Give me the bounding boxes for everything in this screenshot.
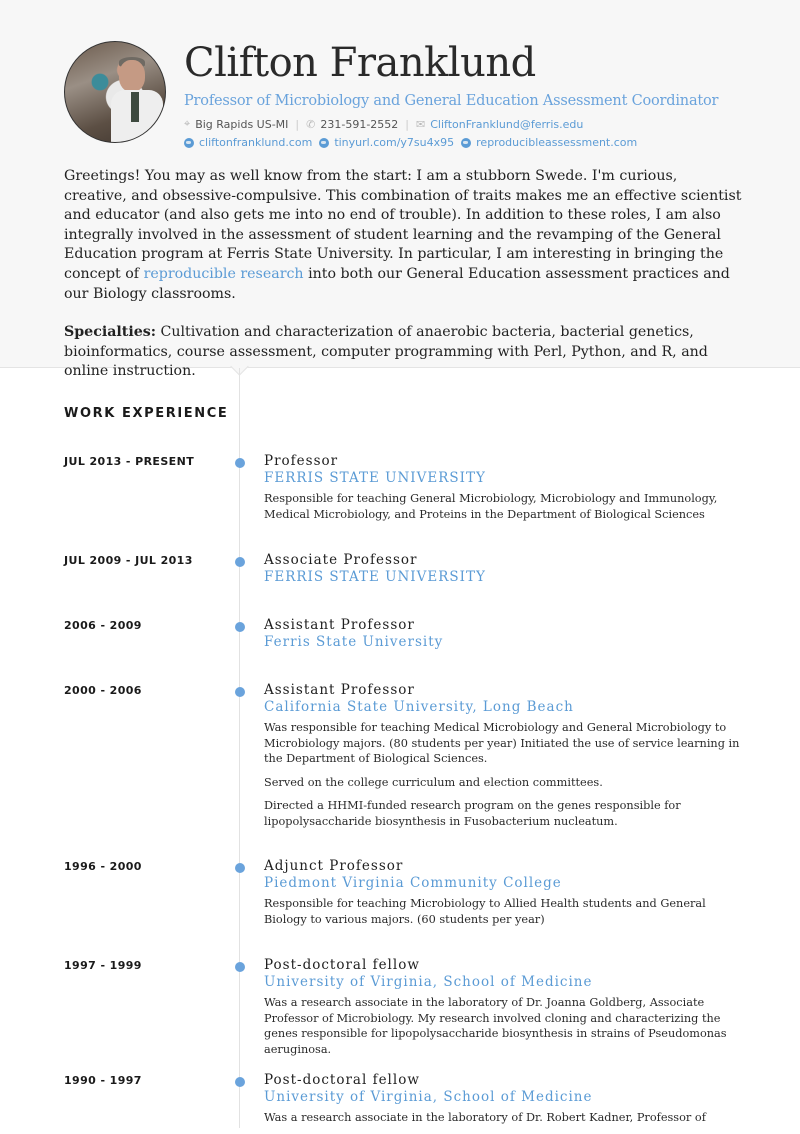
job-description-paragraph: Served on the college curriculum and ele…	[264, 775, 603, 789]
globe-icon	[184, 137, 194, 148]
job-dates: 1990 - 1997	[64, 1074, 142, 1087]
job-description: Was responsible for teaching Medical Mic…	[264, 720, 744, 837]
section-title-work-experience: WORK EXPERIENCE	[64, 406, 229, 421]
job-description-paragraph: Was a research associate in the laborato…	[264, 1111, 706, 1124]
profile-name: Clifton Franklund	[184, 40, 536, 86]
envelope-icon: ✉	[416, 117, 426, 131]
job-dates: 1996 - 2000	[64, 860, 142, 873]
job-title: Assistant Professor	[264, 682, 415, 698]
job-title: Assistant Professor	[264, 617, 415, 633]
timeline-dot	[235, 1077, 245, 1087]
profile-photo	[64, 41, 166, 143]
job-description: Responsible for teaching Microbiology to…	[264, 896, 744, 935]
job-description-paragraph: Directed a HHMI-funded research program …	[264, 799, 681, 828]
job-description: Was a research associate in the laborato…	[264, 1110, 744, 1134]
timeline-dot	[235, 687, 245, 697]
website-link[interactable]: cliftonfranklund.com	[199, 136, 312, 149]
profile-title: Professor of Microbiology and General Ed…	[184, 93, 719, 109]
job-title: Post-doctoral fellow	[264, 957, 420, 973]
job-organization[interactable]: University of Virginia, School of Medici…	[264, 974, 592, 990]
timeline-line	[239, 368, 240, 1128]
job-title: Professor	[264, 453, 339, 469]
timeline-dot	[235, 863, 245, 873]
job-organization[interactable]: FERRIS STATE UNIVERSITY	[264, 569, 486, 585]
job-description: Responsible for teaching General Microbi…	[264, 491, 744, 530]
job-title: Adjunct Professor	[264, 858, 404, 874]
divider: |	[405, 117, 410, 131]
job-description: Was a research associate in the laborato…	[264, 995, 744, 1065]
divider: |	[295, 117, 300, 131]
job-description-paragraph: Was a research associate in the laborato…	[264, 996, 727, 1056]
website-link[interactable]: tinyurl.com/y7su4x95	[334, 136, 454, 149]
profile-header: Clifton Franklund Professor of Microbiol…	[0, 0, 800, 379]
phone-icon: ✆	[306, 117, 316, 131]
location-text: Big Rapids US-MI	[195, 117, 289, 131]
summary-paragraph: Greetings! You may as well know from the…	[64, 168, 742, 302]
map-pin-icon: ⌖	[184, 117, 191, 130]
timeline-dot	[235, 557, 245, 567]
globe-icon	[461, 137, 472, 148]
job-dates: JUL 2013 - PRESENT	[64, 455, 195, 468]
job-organization[interactable]: University of Virginia, School of Medici…	[264, 1089, 592, 1105]
timeline-dot	[235, 622, 245, 632]
timeline-dot	[235, 962, 245, 972]
job-organization[interactable]: Ferris State University	[264, 634, 443, 650]
timeline-dot	[235, 458, 245, 468]
reproducible-research-link[interactable]: reproducible research	[144, 266, 304, 282]
website-link[interactable]: reproducibleassessment.com	[476, 136, 637, 149]
job-dates: JUL 2009 - JUL 2013	[64, 554, 193, 567]
phone-text: 231-591-2552	[320, 117, 399, 131]
specialties-paragraph: Specialties: Cultivation and characteriz…	[64, 324, 708, 380]
job-dates: 1997 - 1999	[64, 959, 142, 972]
globe-icon	[319, 137, 330, 148]
email-link[interactable]: CliftonFranklund@ferris.edu	[430, 118, 583, 131]
job-organization[interactable]: California State University, Long Beach	[264, 699, 574, 715]
job-dates: 2006 - 2009	[64, 619, 142, 632]
job-description-paragraph: Responsible for teaching General Microbi…	[264, 492, 718, 521]
job-description-paragraph: Responsible for teaching Microbiology to…	[264, 897, 706, 926]
summary: Greetings! You may as well know from the…	[64, 167, 744, 401]
job-title: Associate Professor	[264, 552, 418, 568]
job-organization[interactable]: FERRIS STATE UNIVERSITY	[264, 470, 486, 486]
job-organization[interactable]: Piedmont Virginia Community College	[264, 875, 562, 891]
contact-row: ⌖ Big Rapids US-MI | ✆ 231-591-2552 | ✉ …	[184, 117, 583, 131]
specialties-label: Specialties:	[64, 324, 156, 341]
job-description-paragraph: Was responsible for teaching Medical Mic…	[264, 721, 740, 765]
job-dates: 2000 - 2006	[64, 684, 142, 697]
job-title: Post-doctoral fellow	[264, 1072, 420, 1088]
websites-row: cliftonfranklund.com tinyurl.com/y7su4x9…	[184, 136, 644, 149]
